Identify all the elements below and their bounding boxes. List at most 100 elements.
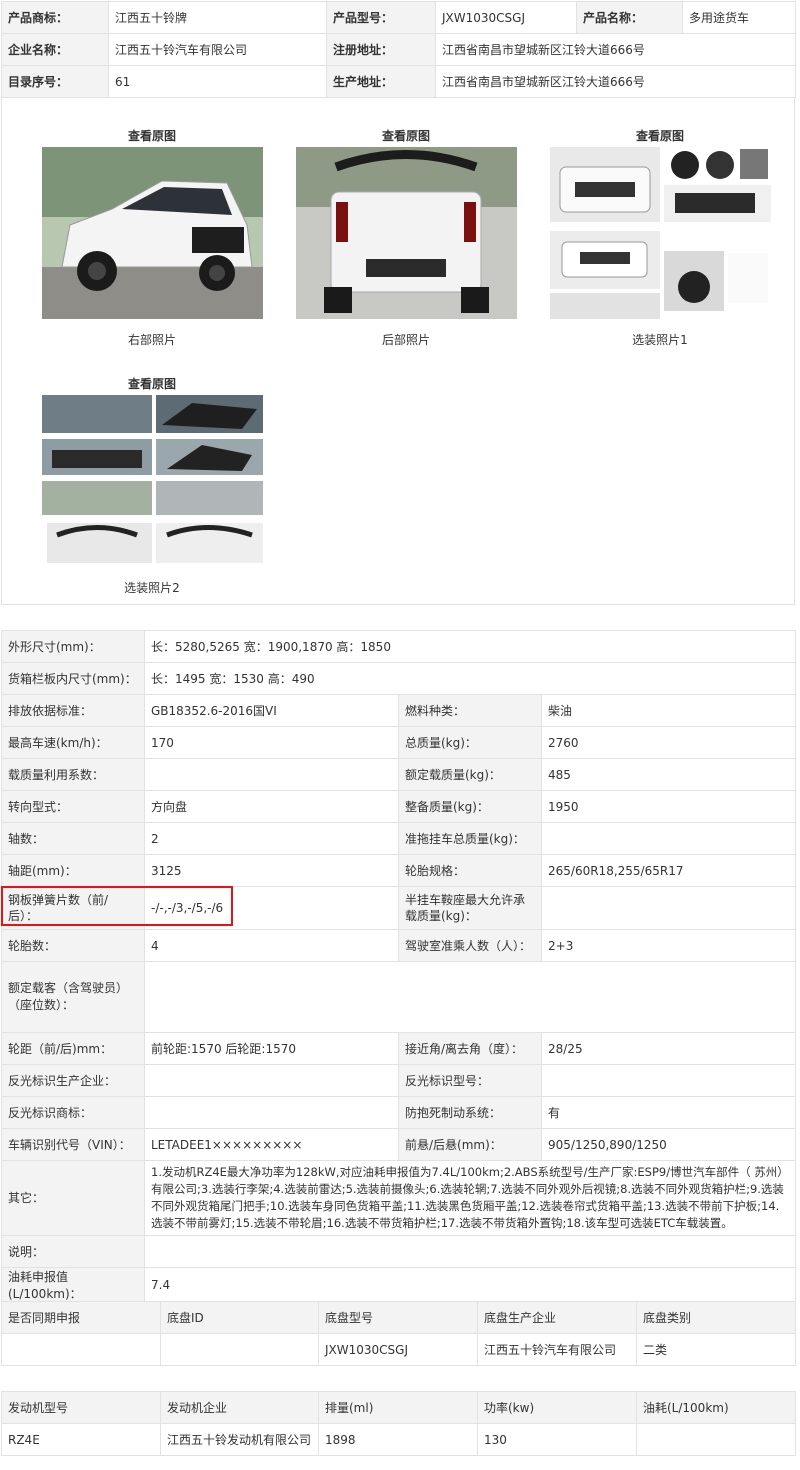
steering-label: 转向型式： — [1, 790, 145, 823]
vin-label: 车辆识别代号（VIN）： — [1, 1128, 145, 1161]
load-util-value — [144, 758, 399, 791]
dims-label: 外形尺寸(mm)： — [1, 630, 145, 663]
column-header: 油耗(L/100km) — [636, 1391, 796, 1424]
wheelbase-label: 轴距(mm)： — [1, 854, 145, 887]
steering-value: 方向盘 — [144, 790, 399, 823]
other-value: 1.发动机RZ4E最大净功率为128kW,对应油耗申报值为7.4L/100km;… — [143, 1160, 797, 1236]
photo-option-2: 查看原图 选装照片2 — [32, 373, 272, 596]
reflector-model-label: 反光标识型号： — [398, 1064, 542, 1097]
wheelbase-value: 3125 — [144, 854, 399, 887]
model-label: 产品型号： — [326, 1, 436, 34]
cab-seats-label: 驾驶室准乘人数（人）： — [398, 929, 542, 962]
track-value: 前轮距:1570 后轮距:1570 — [144, 1032, 399, 1065]
table-cell: JXW1030CSGJ — [318, 1333, 478, 1366]
table-header-row: 发动机型号 发动机企业 排量(ml) 功率(kw) 油耗(L/100km) — [1, 1391, 796, 1424]
note-value — [143, 1235, 797, 1268]
axles-value: 2 — [144, 822, 399, 855]
table-cell: 江西五十铃发动机有限公司 — [160, 1423, 319, 1456]
truck-right-photo[interactable] — [41, 147, 263, 319]
option-1-collage[interactable] — [549, 147, 771, 319]
photo-right: 查看原图 右部照片 — [32, 125, 272, 348]
total-mass-label: 总质量(kg)： — [398, 726, 542, 759]
rated-load-label: 额定载质量(kg)： — [398, 758, 542, 791]
specs-table: 外形尺寸(mm)： 长：5280,5265 宽：1900,1870 高：1850… — [1, 630, 797, 1303]
table-row: 轴距(mm)： 3125 轮胎规格： 265/60R18,255/65R17 — [1, 854, 797, 887]
angle-label: 接近角/离去角（度）： — [398, 1032, 542, 1065]
column-header: 底盘ID — [160, 1301, 319, 1334]
table-row: 反光标识生产企业： 反光标识型号： — [1, 1064, 797, 1097]
photo-option-1: 查看原图 选装照片1 — [540, 125, 780, 348]
note-label: 说明： — [1, 1235, 145, 1268]
column-header: 底盘型号 — [318, 1301, 478, 1334]
curb-mass-label: 整备质量(kg)： — [398, 790, 542, 823]
saddle-value — [540, 886, 797, 930]
view-original-link[interactable]: 查看原图 — [32, 373, 272, 395]
engine-table: 发动机型号 发动机企业 排量(ml) 功率(kw) 油耗(L/100km) RZ… — [1, 1391, 796, 1456]
catalog-value: 61 — [108, 65, 327, 98]
reflector-maker-label: 反光标识生产企业： — [1, 1064, 145, 1097]
curb-mass-value: 1950 — [540, 790, 797, 823]
overhang-value: 905/1250,890/1250 — [540, 1128, 797, 1161]
table-header-row: 是否同期申报 底盘ID 底盘型号 底盘生产企业 底盘类别 — [1, 1301, 796, 1334]
table-row: 说明： — [1, 1235, 797, 1268]
table-cell: 130 — [477, 1423, 637, 1456]
column-header: 排量(ml) — [318, 1391, 478, 1424]
view-original-link[interactable]: 查看原图 — [32, 125, 272, 147]
table-row: 排放依据标准： GB18352.6-2016国VI 燃料种类： 柴油 — [1, 694, 797, 727]
photo-option-1-caption: 选装照片1 — [632, 333, 688, 347]
passengers-label: 额定载客（含驾驶员）（座位数）： — [1, 961, 145, 1033]
axles-label: 轴数： — [1, 822, 145, 855]
passengers-value — [143, 961, 797, 1033]
emission-value: GB18352.6-2016国VI — [144, 694, 399, 727]
company-label: 企业名称： — [1, 33, 109, 66]
table-cell: 二类 — [636, 1333, 796, 1366]
abs-value: 有 — [540, 1096, 797, 1129]
saddle-label: 半挂车鞍座最大允许承载质量(kg)： — [398, 886, 542, 930]
table-row: 轴数： 2 准拖挂车总质量(kg)： — [1, 822, 797, 855]
photo-option-2-caption: 选装照片2 — [124, 581, 180, 595]
model-value: JXW1030CSGJ — [435, 1, 577, 34]
table-row: JXW1030CSGJ 江西五十铃汽车有限公司 二类 — [1, 1333, 796, 1366]
table-row: 载质量利用系数： 额定载质量(kg)： 485 — [1, 758, 797, 791]
consumption-label: 油耗申报值(L/100km)： — [1, 1267, 145, 1303]
table-cell: 江西五十铃汽车有限公司 — [477, 1333, 637, 1366]
table-row: RZ4E 江西五十铃发动机有限公司 1898 130 — [1, 1423, 796, 1456]
cargo-value: 长：1495 宽：1530 高：490 — [143, 662, 797, 695]
table-row: 车辆识别代号（VIN）： LETADEE1××××××××× 前悬/后悬(mm)… — [1, 1128, 797, 1161]
speed-label: 最高车速(km/h)： — [1, 726, 145, 759]
column-header: 发动机企业 — [160, 1391, 319, 1424]
angle-value: 28/25 — [540, 1032, 797, 1065]
table-row: 轮胎数： 4 驾驶室准乘人数（人）： 2+3 — [1, 929, 797, 962]
truck-rear-photo[interactable] — [295, 147, 517, 319]
photo-gallery: 查看原图 右部照片 查看原图 后部照片 查看原图 选装照片1 查看原图 选装照片… — [1, 97, 795, 605]
view-original-link[interactable]: 查看原图 — [286, 125, 526, 147]
fuel-label: 燃料种类： — [398, 694, 542, 727]
tire-spec-label: 轮胎规格： — [398, 854, 542, 887]
rated-load-value: 485 — [540, 758, 797, 791]
option-2-collage[interactable] — [41, 395, 263, 567]
table-cell: 1898 — [318, 1423, 478, 1456]
brand-label: 产品商标： — [1, 1, 109, 34]
overhang-label: 前悬/后悬(mm)： — [398, 1128, 542, 1161]
tow-mass-label: 准拖挂车总质量(kg)： — [398, 822, 542, 855]
prod-address-value: 江西省南昌市望城新区江铃大道666号 — [435, 65, 796, 98]
column-header: 发动机型号 — [1, 1391, 161, 1424]
vin-value: LETADEE1××××××××× — [144, 1128, 399, 1161]
fuel-value: 柴油 — [540, 694, 797, 727]
reflector-brand-label: 反光标识商标： — [1, 1096, 145, 1129]
column-header: 功率(kw) — [477, 1391, 637, 1424]
prod-address-label: 生产地址： — [326, 65, 436, 98]
other-label: 其它： — [1, 1160, 145, 1236]
cargo-label: 货箱栏板内尺寸(mm)： — [1, 662, 145, 695]
table-row: 外形尺寸(mm)： 长：5280,5265 宽：1900,1870 高：1850 — [1, 630, 797, 663]
tires-label: 轮胎数： — [1, 929, 145, 962]
product-name-label: 产品名称： — [576, 1, 683, 34]
column-header: 底盘生产企业 — [477, 1301, 637, 1334]
table-cell — [1, 1333, 161, 1366]
table-row: 货箱栏板内尺寸(mm)： 长：1495 宽：1530 高：490 — [1, 662, 797, 695]
table-row: 反光标识商标： 防抱死制动系统： 有 — [1, 1096, 797, 1129]
table-row: 额定载客（含驾驶员）（座位数）： — [1, 961, 797, 1033]
emission-label: 排放依据标准： — [1, 694, 145, 727]
view-original-link[interactable]: 查看原图 — [540, 125, 780, 147]
reflector-brand-value — [144, 1096, 399, 1129]
